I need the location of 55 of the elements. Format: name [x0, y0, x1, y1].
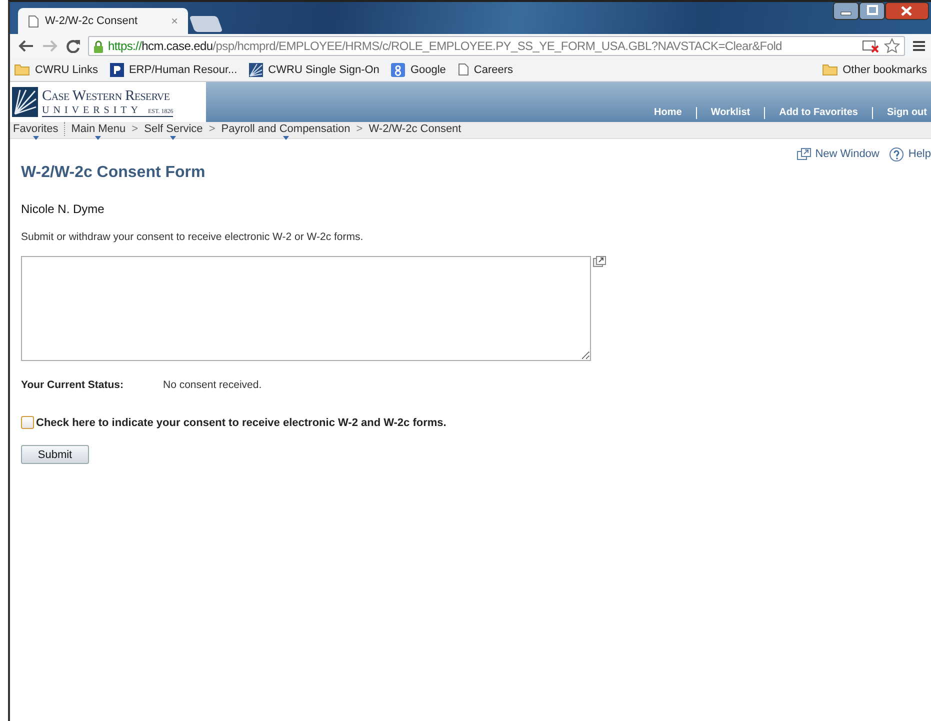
lock-icon: [93, 40, 104, 52]
bookmark-item[interactable]: CWRU Single Sign-On: [249, 62, 380, 76]
page-title: W-2/W-2c Consent Form: [21, 164, 206, 182]
new-window-icon: [797, 148, 812, 160]
help-icon: [889, 146, 904, 162]
breadcrumb-link[interactable]: Payroll and Compensation: [221, 122, 350, 136]
google-icon: [391, 62, 406, 76]
back-icon[interactable]: [18, 39, 34, 53]
page-icon: [458, 63, 469, 76]
page-link[interactable]: Help: [889, 146, 931, 162]
url-text: https://hcm.case.edu/psp/hcmprd/EMPLOYEE/HRMS/c/ROLE_EMPLOYEE.PY_SS_YE_FORM_USA.GBL?NAVSTACK=Clear&Fold: [108, 39, 783, 53]
tab-title: W-2/W-2c Consent: [45, 15, 139, 27]
bookmark-item[interactable]: ERP/Human Resour...: [110, 62, 238, 76]
browser-tab[interactable]: W-2/W-2c Consent ×: [18, 8, 188, 34]
expand-icon[interactable]: [593, 256, 606, 267]
star-icon[interactable]: [884, 38, 900, 54]
dropdown-arrow-icon[interactable]: [170, 136, 176, 140]
bookmark-item[interactable]: Other bookmarks: [822, 63, 927, 76]
logo-name: Case Western Reserve: [42, 88, 171, 104]
breadcrumb-separator: >: [130, 122, 140, 136]
bookmark-item[interactable]: Google: [391, 62, 446, 76]
breadcrumb-separator: >: [355, 122, 364, 136]
breadcrumb-link[interactable]: Favorites: [13, 122, 58, 136]
breadcrumb-link[interactable]: Main Menu: [71, 122, 126, 136]
menu-icon[interactable]: [913, 40, 925, 52]
status-value: No consent received.: [163, 379, 262, 391]
close-icon[interactable]: [885, 2, 929, 20]
status-label: Your Current Status:: [21, 379, 124, 391]
bookmark-item[interactable]: CWRU Links: [14, 63, 98, 76]
page-icon: [28, 14, 39, 28]
sunburst-icon: [249, 62, 264, 76]
consent-label: Check here to indicate your consent to receive electronic W-2 and W-2c forms.: [36, 416, 446, 428]
consent-checkbox[interactable]: [21, 416, 34, 429]
blocked-popup-icon[interactable]: [862, 39, 880, 53]
page-link[interactable]: New Window: [797, 146, 880, 162]
breadcrumb-separator: >: [208, 122, 216, 136]
p-logo-icon: [110, 62, 124, 76]
logo-subtitle: UNIVERSITY: [42, 104, 142, 116]
bookmark-item[interactable]: Careers: [458, 63, 514, 76]
breadcrumb-link[interactable]: Self Service: [144, 122, 203, 136]
dropdown-arrow-icon[interactable]: [32, 136, 39, 140]
folder-icon: [14, 63, 30, 76]
dropdown-arrow-icon[interactable]: [282, 136, 289, 140]
description-text: Submit or withdraw your consent to receive electronic W-2 or W-2c forms.: [21, 231, 364, 243]
folder-icon: [822, 63, 838, 76]
new-tab-button[interactable]: [189, 16, 223, 32]
breadcrumb-link[interactable]: W-2/W-2c Consent: [368, 122, 462, 136]
minimize-icon[interactable]: [833, 2, 859, 20]
submit-button[interactable]: Submit: [21, 445, 89, 464]
employee-name: Nicole N. Dyme: [21, 202, 106, 216]
sunburst-icon: [12, 87, 38, 117]
maximize-icon[interactable]: [859, 2, 885, 20]
dropdown-arrow-icon[interactable]: [95, 136, 102, 140]
address-bar[interactable]: https://hcm.case.edu/psp/hcmprd/EMPLOYEE/HRMS/c/ROLE_EMPLOYEE.PY_SS_YE_FORM_USA.GBL?NAVSTACK=Clear&Fold: [88, 36, 905, 56]
reload-icon[interactable]: [66, 39, 80, 53]
